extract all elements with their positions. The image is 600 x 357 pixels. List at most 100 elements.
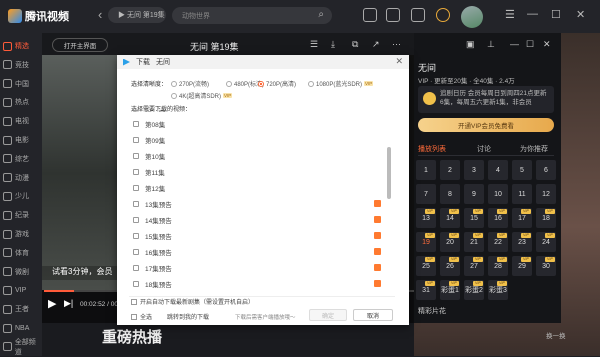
episode-row[interactable]: 第07集 [129, 110, 385, 115]
episode-cell[interactable]: 30 VIP [536, 256, 556, 276]
episode-cell[interactable]: 14 VIP [440, 208, 460, 228]
sidebar-item[interactable]: 热点 [0, 92, 42, 112]
next-icon[interactable]: ▶| [64, 298, 73, 309]
episode-row[interactable]: 第10集 [129, 148, 385, 163]
update-notice[interactable]: 追剧日历 会员每周日到周四21点更新 6集，每周五六更新1集，非会员 [418, 86, 554, 113]
radio-icon[interactable] [308, 80, 314, 87]
episode-cell[interactable]: 4 [488, 160, 508, 180]
user-avatar[interactable] [461, 6, 483, 28]
episode-cell[interactable]: 8 [440, 184, 460, 204]
tab-discuss[interactable]: 讨论 [477, 144, 491, 154]
episode-row[interactable]: 15集预告 [129, 228, 385, 243]
quality-option[interactable]: 270P(流畅) [171, 79, 209, 88]
video-frame[interactable] [42, 55, 119, 292]
sidebar-item[interactable]: 微剧 [0, 262, 42, 282]
minimize-icon[interactable]: — [527, 8, 538, 20]
episode-cell[interactable]: 12 [536, 184, 556, 204]
episode-checkbox[interactable] [133, 264, 139, 271]
minimize-icon[interactable]: — [510, 39, 519, 49]
episode-cell[interactable]: 彩蛋3 VIP [488, 280, 508, 300]
episode-cell[interactable]: 25 VIP [416, 256, 436, 276]
episode-cell[interactable]: 2 [440, 160, 460, 180]
more-icon[interactable]: ··· [392, 39, 401, 49]
episode-cell[interactable]: 26 VIP [440, 256, 460, 276]
episode-checkbox[interactable] [133, 110, 139, 111]
maximize-icon[interactable]: ☐ [526, 39, 534, 50]
quality-option[interactable]: 1080P(蓝光SDR) VIP [308, 79, 374, 88]
episode-checkbox[interactable] [133, 216, 139, 223]
episode-cell[interactable]: 5 [512, 160, 532, 180]
episode-checkbox[interactable] [133, 232, 139, 239]
goto-downloads-link[interactable]: 跳转到我的下载 [167, 312, 209, 321]
menu-icon[interactable]: ☰ [505, 8, 515, 21]
select-all-checkbox[interactable] [131, 313, 137, 320]
vip-icon[interactable] [436, 8, 450, 22]
episode-row[interactable]: 16集预告 [129, 244, 385, 259]
sidebar-item[interactable]: 精选 [0, 36, 42, 56]
episode-cell[interactable]: 20 VIP [440, 232, 460, 252]
episode-row[interactable]: 14集预告 [129, 212, 385, 227]
open-main-button[interactable]: 打开主界面 [52, 38, 108, 52]
episode-cell[interactable]: 7 [416, 184, 436, 204]
sidebar-item[interactable]: 综艺 [0, 149, 42, 169]
sidebar-item[interactable]: 中国 [0, 74, 42, 94]
episode-cell[interactable]: 28 VIP [488, 256, 508, 276]
sidebar-item[interactable]: NBA [0, 318, 42, 338]
episode-cell[interactable]: 10 [488, 184, 508, 204]
episode-row[interactable]: 第08集 [129, 116, 385, 131]
episode-cell[interactable]: 16 VIP [488, 208, 508, 228]
episode-checkbox[interactable] [133, 200, 139, 207]
episode-cell[interactable]: 21 VIP [464, 232, 484, 252]
episode-checkbox[interactable] [133, 184, 139, 191]
pin-icon[interactable]: ⊥ [487, 39, 495, 50]
sidebar-item[interactable]: 体育 [0, 243, 42, 263]
confirm-button[interactable]: 确定 [309, 309, 347, 321]
episode-cell[interactable]: 11 [512, 184, 532, 204]
radio-icon[interactable] [171, 92, 177, 99]
download-icon[interactable]: ⤓ [331, 39, 335, 50]
episode-cell[interactable]: 18 VIP [536, 208, 556, 228]
episode-checkbox[interactable] [133, 120, 139, 127]
scrollbar[interactable] [387, 147, 391, 199]
sidebar-item[interactable]: 电影 [0, 130, 42, 150]
pip-icon[interactable]: ⧉ [352, 39, 358, 50]
episode-checkbox[interactable] [133, 248, 139, 255]
maximize-icon[interactable]: ☐ [551, 8, 561, 21]
episode-row[interactable]: 第09集 [129, 132, 385, 147]
episode-cell[interactable]: 31 VIP [416, 280, 436, 300]
close-icon[interactable]: ✕ [576, 8, 585, 21]
close-icon[interactable]: ✕ [395, 56, 403, 67]
sidebar-item[interactable]: 少儿 [0, 186, 42, 206]
episode-cell[interactable]: 15 VIP [464, 208, 484, 228]
episode-cell[interactable]: 29 VIP [512, 256, 532, 276]
radio-icon[interactable] [226, 80, 232, 87]
radio-icon[interactable] [258, 80, 264, 87]
sidebar-item[interactable]: 动漫 [0, 168, 42, 188]
episode-row[interactable]: 第11集 [129, 164, 385, 179]
episode-cell[interactable]: 23 VIP [512, 232, 532, 252]
history-pill[interactable]: ▶ 无间 第19集 [108, 7, 166, 23]
episode-cell[interactable]: 22 VIP [488, 232, 508, 252]
close-icon[interactable]: ✕ [543, 39, 551, 50]
episode-row[interactable]: 17集预告 [129, 260, 385, 275]
screen-icon[interactable]: ▣ [466, 39, 475, 50]
episode-row[interactable]: 18集预告 [129, 276, 385, 291]
select-all-option[interactable]: 全选 [131, 312, 152, 321]
play-icon[interactable]: ▶ [48, 297, 56, 310]
auto-download-checkbox[interactable] [131, 298, 137, 305]
episode-row[interactable]: 13集预告 [129, 196, 385, 211]
sidebar-item[interactable]: VIP [0, 280, 42, 300]
episode-cell[interactable]: 6 [536, 160, 556, 180]
tab-recommend[interactable]: 为你推荐 [520, 144, 548, 154]
episode-cell[interactable]: 27 VIP [464, 256, 484, 276]
quality-option[interactable]: 720P(高清) [258, 79, 296, 88]
cancel-button[interactable]: 取消 [353, 309, 393, 321]
download-icon[interactable] [386, 8, 400, 22]
episode-cell[interactable]: 彩蛋1 VIP [440, 280, 460, 300]
episode-cell[interactable]: 24 VIP [536, 232, 556, 252]
search-icon[interactable]: ⌕ [318, 9, 324, 20]
app-logo[interactable]: 腾讯视频 [8, 8, 98, 24]
tab-playlist[interactable]: 播放列表 [418, 144, 446, 154]
episode-cell[interactable]: 17 VIP [512, 208, 532, 228]
play-record-icon[interactable] [363, 8, 377, 22]
